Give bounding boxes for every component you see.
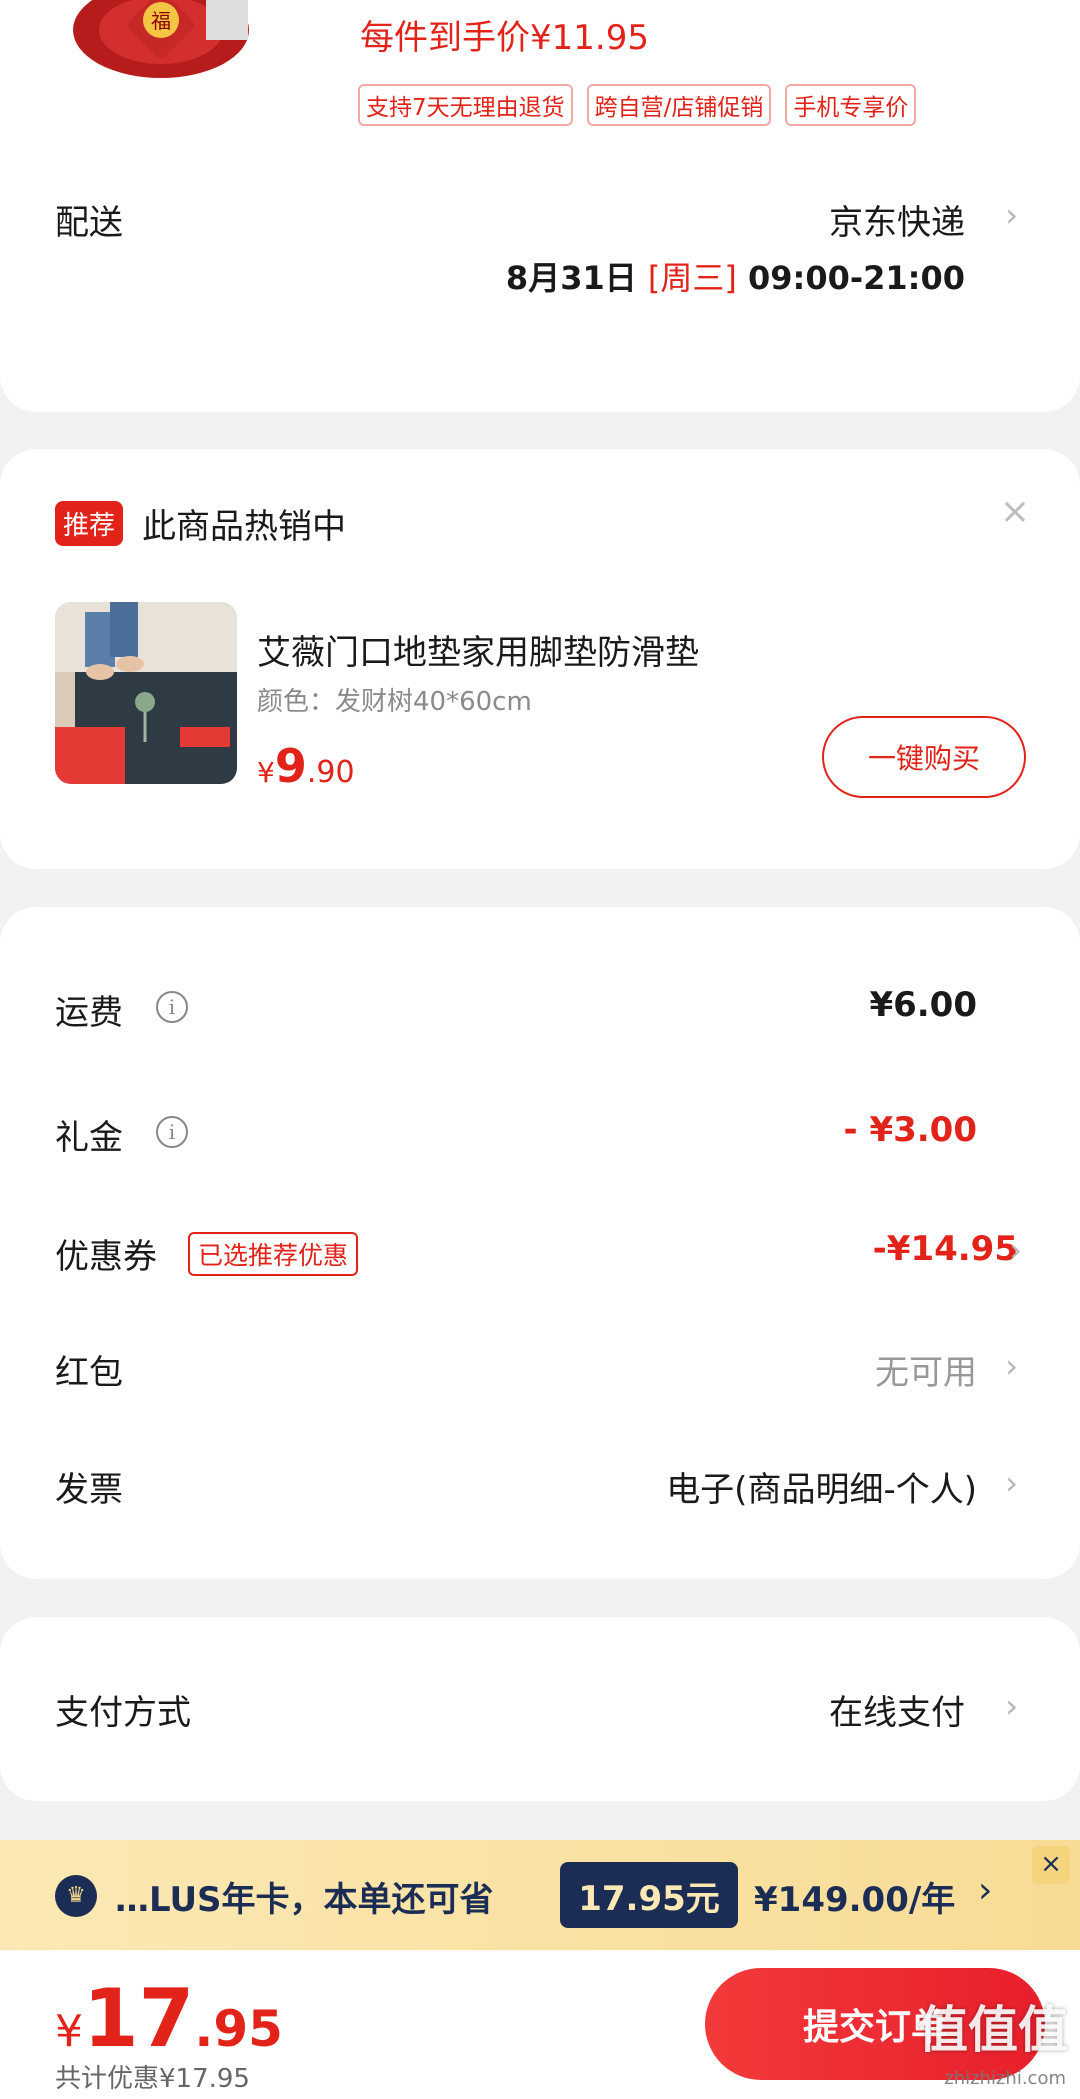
fee-card: 运费 i ¥6.00 礼金 i - ¥3.00 优惠券 已选推荐优惠 -¥14.… — [0, 907, 1080, 1579]
recommend-product-image[interactable] — [55, 602, 237, 784]
chevron-right-icon: › — [1005, 1347, 1018, 1385]
chevron-right-icon: › — [1005, 1687, 1018, 1725]
gift-value: - ¥3.00 — [843, 1110, 978, 1150]
delivery-weekday: [周三] — [647, 259, 737, 297]
product-card: 福 每件到手价¥11.95 支持7天无理由退货 跨自营/店铺促销 手机专享价 配… — [0, 0, 1080, 412]
delivery-label: 配送 — [55, 203, 123, 243]
order-total: ¥17.95 — [55, 1972, 283, 2065]
redpacket-label: 红包 — [55, 1353, 123, 1393]
coupon-value: -¥14.95 — [872, 1229, 1018, 1269]
recommend-title: 此商品热销中 — [142, 507, 346, 547]
recommend-badge: 推荐 — [55, 501, 124, 546]
chevron-right-icon: › — [1005, 196, 1018, 234]
shipping-label: 运费 — [55, 993, 123, 1033]
coupon-recommended-tag: 已选推荐优惠 — [188, 1232, 359, 1276]
recommend-product-name: 艾薇门口地垫家用脚垫防滑垫 — [257, 633, 699, 673]
plus-crown-icon: ♛ — [55, 1875, 97, 1917]
total-discount: 共计优惠¥17.95 — [55, 2064, 250, 2094]
delivery-date: 8月31日 — [505, 259, 637, 297]
plus-price: ¥149.00/年 — [754, 1880, 956, 1920]
service-tags: 支持7天无理由退货 跨自营/店铺促销 手机专享价 — [358, 84, 917, 126]
total-currency: ¥ — [55, 2006, 83, 2057]
recommend-card: 推荐 此商品热销中 × 艾薇门口地垫家用脚垫防滑垫 颜色：发财树40*60cm … — [0, 449, 1080, 869]
close-icon[interactable]: × — [1000, 491, 1030, 532]
coupon-label: 优惠券 — [55, 1237, 157, 1277]
gift-label: 礼金 — [55, 1118, 123, 1158]
info-icon[interactable]: i — [156, 991, 188, 1023]
watermark-url: zhizhizhi.com — [944, 2068, 1066, 2089]
chevron-right-icon: › — [1009, 1231, 1022, 1269]
payment-value: 在线支付 — [829, 1693, 965, 1733]
tag-promo: 跨自营/店铺促销 — [586, 84, 772, 126]
delivery-carrier: 京东快递 — [829, 203, 965, 243]
redpacket-value: 无可用 — [875, 1353, 977, 1393]
shipping-value: ¥6.00 — [869, 985, 977, 1025]
payment-label: 支付方式 — [55, 1693, 191, 1733]
payment-card[interactable]: 支付方式 在线支付 › — [0, 1617, 1080, 1801]
invoice-value: 电子(商品明细-个人) — [666, 1470, 977, 1510]
invoice-label: 发票 — [55, 1470, 123, 1510]
price-integer: 9 — [274, 739, 307, 793]
watermark-logo: 值值值 — [918, 2001, 1068, 2059]
recommend-product-price: ¥9.90 — [257, 739, 355, 793]
total-decimal: .95 — [194, 2000, 283, 2058]
plus-promo-text: …LUS年卡，本单还可省 — [115, 1880, 494, 1920]
plus-membership-banner[interactable]: ♛ …LUS年卡，本单还可省 17.95元 ¥149.00/年 › × — [0, 1840, 1080, 1950]
delivery-window: 09:00-21:00 — [748, 259, 965, 297]
close-icon[interactable]: × — [1032, 1846, 1070, 1884]
price-currency: ¥ — [257, 756, 275, 789]
unit-price: 每件到手价¥11.95 — [360, 18, 649, 58]
chevron-right-icon: › — [1005, 1464, 1018, 1502]
tag-mobile: 手机专享价 — [785, 84, 917, 126]
one-click-buy-button[interactable]: 一键购买 — [822, 716, 1026, 798]
product-thumbnail[interactable]: 福 — [66, 0, 256, 96]
svg-text:福: 福 — [151, 9, 171, 33]
recommend-product-spec: 颜色：发财树40*60cm — [257, 687, 532, 717]
delivery-time: 8月31日 [周三] 09:00-21:00 — [506, 253, 965, 299]
price-decimal: .90 — [306, 755, 355, 790]
total-integer: 17 — [83, 1972, 195, 2065]
chevron-right-icon: › — [978, 1870, 993, 1911]
tag-return: 支持7天无理由退货 — [358, 84, 573, 126]
plus-savings-badge: 17.95元 — [560, 1862, 738, 1928]
info-icon[interactable]: i — [156, 1116, 188, 1148]
